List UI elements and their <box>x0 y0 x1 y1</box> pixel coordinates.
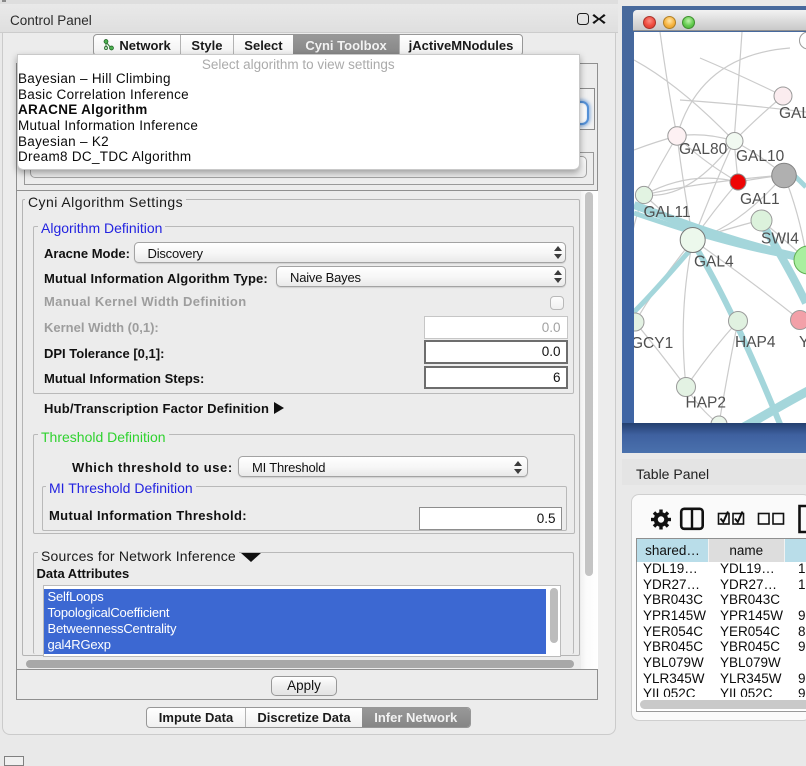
svg-text:GAL11: GAL11 <box>644 204 691 221</box>
svg-text:GAL4: GAL4 <box>694 254 734 271</box>
svg-text:SWI4: SWI4 <box>761 231 799 248</box>
svg-text:GAL80: GAL80 <box>679 141 728 158</box>
svg-text:Y: Y <box>799 334 806 351</box>
svg-text:GAL10: GAL10 <box>736 148 785 165</box>
svg-text:HAP4: HAP4 <box>735 334 776 351</box>
svg-text:GCY1: GCY1 <box>634 335 673 352</box>
svg-text:GAL1: GAL1 <box>740 191 780 208</box>
svg-text:GAL: GAL <box>779 105 806 122</box>
svg-text:HAP2: HAP2 <box>686 395 727 412</box>
